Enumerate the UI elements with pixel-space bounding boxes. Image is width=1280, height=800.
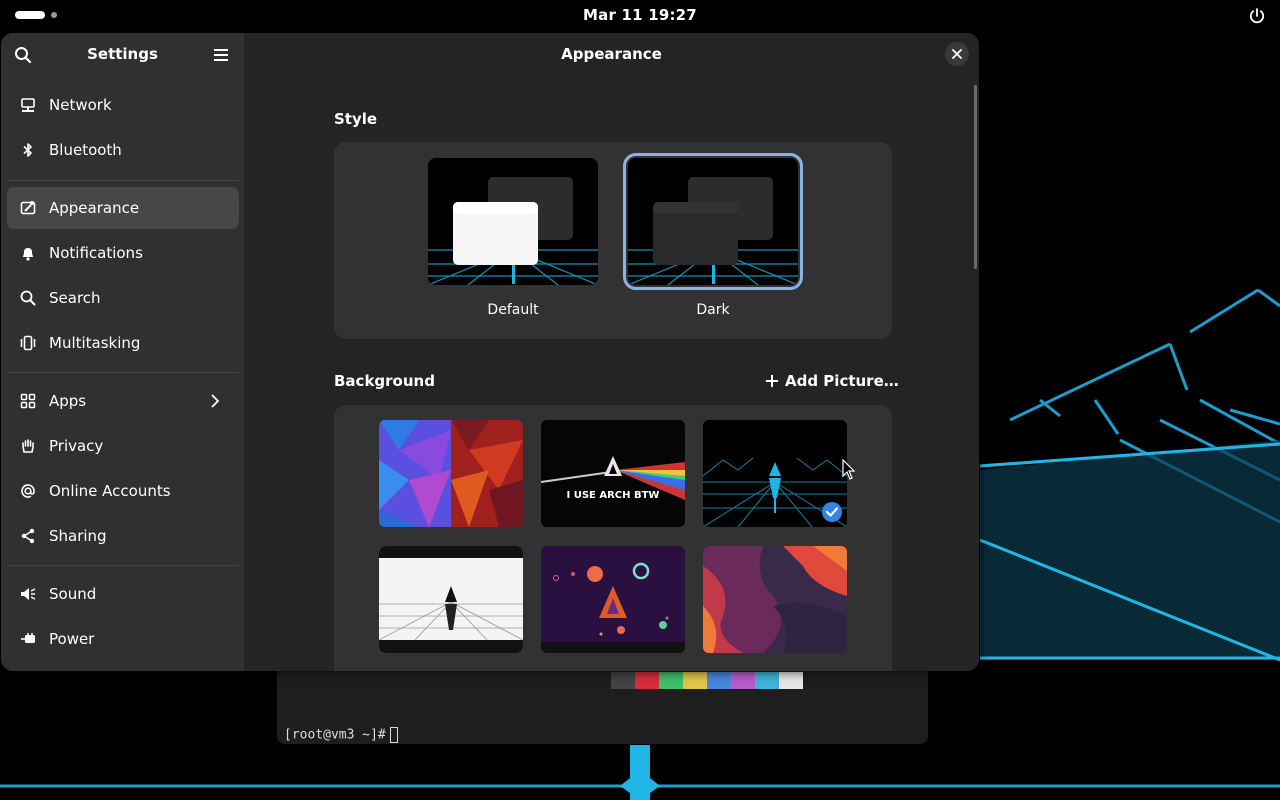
bluetooth-icon [20, 142, 36, 158]
settings-window: Settings Network Bluetooth Appearance No… [1, 33, 979, 671]
sidebar-item-label: Apps [49, 392, 87, 410]
search-icon [20, 290, 36, 306]
sidebar-item-multitasking[interactable]: Multitasking [7, 322, 239, 364]
background-gallery: I USE ARCH BTW [334, 405, 892, 671]
page-title: Appearance [561, 45, 662, 63]
clock[interactable]: Mar 11 19:27 [0, 6, 1280, 24]
wallpaper-caption: I USE ARCH BTW [567, 490, 660, 501]
sidebar-item-bluetooth[interactable]: Bluetooth [7, 129, 239, 171]
sidebar-item-sharing[interactable]: Sharing [7, 515, 239, 557]
wallpaper-thumbnail[interactable] [379, 420, 523, 527]
bell-icon [20, 245, 36, 261]
style-option-label: Dark [696, 302, 730, 318]
sidebar-item-label: Sound [49, 585, 97, 603]
check-icon [822, 502, 842, 522]
terminal-color-strip [611, 672, 803, 689]
sidebar-item-label: Bluetooth [49, 141, 122, 159]
style-option-default[interactable]: Default [423, 158, 603, 318]
style-section-label: Style [334, 110, 378, 128]
style-panel: Default Dark [334, 142, 892, 339]
plus-icon [766, 375, 778, 387]
sidebar-item-appearance[interactable]: Appearance [7, 187, 239, 229]
wallpaper-thumbnail[interactable] [703, 546, 847, 653]
sidebar-item-label: Network [49, 96, 112, 114]
mouse-pointer-icon [842, 459, 856, 480]
add-picture-button[interactable]: Add Picture… [765, 371, 899, 391]
background-section-label: Background [334, 372, 435, 390]
style-option-label: Default [487, 302, 539, 318]
sidebar-separator [7, 180, 239, 181]
sidebar-item-apps[interactable]: Apps [7, 380, 239, 422]
sidebar-item-sound[interactable]: Sound [7, 573, 239, 615]
speaker-icon [20, 586, 36, 602]
wallpaper-thumbnail[interactable] [379, 546, 523, 653]
chevron-right-icon [211, 394, 220, 408]
multitasking-icon [20, 335, 36, 351]
terminal-prompt[interactable]: [root@vm3 ~]# [284, 727, 398, 743]
terminal-cursor [389, 727, 398, 743]
sidebar-item-label: Search [49, 289, 101, 307]
sidebar-item-label: Multitasking [49, 334, 141, 352]
add-picture-label: Add Picture… [785, 372, 899, 390]
terminal-window[interactable]: [root@vm3 ~]# [277, 668, 928, 744]
appearance-panel: Appearance Style Default Dark Background… [244, 33, 979, 671]
sidebar-item-label: Privacy [49, 437, 104, 455]
share-icon [20, 528, 36, 544]
sidebar-header: Settings [1, 33, 244, 77]
style-preview-default [428, 158, 598, 285]
wallpaper-thumbnail[interactable]: I USE ARCH BTW [541, 420, 685, 527]
sidebar-item-notifications[interactable]: Notifications [7, 232, 239, 274]
sidebar-item-search[interactable]: Search [7, 277, 239, 319]
top-bar: Mar 11 19:27 [0, 0, 1280, 32]
sidebar-item-label: Sharing [49, 527, 107, 545]
wallpaper-thumbnail[interactable] [541, 546, 685, 653]
network-icon [20, 97, 36, 113]
wallpaper-thumbnail-selected[interactable] [703, 420, 847, 527]
close-button[interactable] [945, 42, 969, 66]
style-option-dark[interactable]: Dark [623, 153, 803, 318]
apps-grid-icon [20, 393, 36, 409]
sidebar-item-label: Online Accounts [49, 482, 171, 500]
sidebar-separator [7, 565, 239, 566]
scrollbar[interactable] [974, 85, 977, 269]
sidebar-item-label: Appearance [49, 199, 140, 217]
sidebar-item-online-accounts[interactable]: Online Accounts [7, 470, 239, 512]
style-preview-dark [623, 153, 803, 290]
sidebar-separator [7, 372, 239, 373]
sidebar-item-network[interactable]: Network [7, 84, 239, 126]
power-plug-icon [20, 631, 36, 647]
power-icon[interactable] [1248, 7, 1266, 25]
appearance-icon [20, 200, 36, 216]
sidebar: Settings Network Bluetooth Appearance No… [1, 33, 244, 671]
terminal-prompt-text: [root@vm3 ~]# [284, 727, 386, 743]
sidebar-item-privacy[interactable]: Privacy [7, 425, 239, 467]
close-icon [952, 49, 962, 59]
sidebar-title: Settings [87, 45, 158, 63]
hand-icon [20, 438, 36, 454]
sidebar-item-label: Notifications [49, 244, 143, 262]
at-icon [20, 483, 36, 499]
sidebar-item-power[interactable]: Power [7, 618, 239, 660]
sidebar-item-label: Power [49, 630, 95, 648]
hamburger-menu-icon[interactable] [213, 47, 229, 63]
